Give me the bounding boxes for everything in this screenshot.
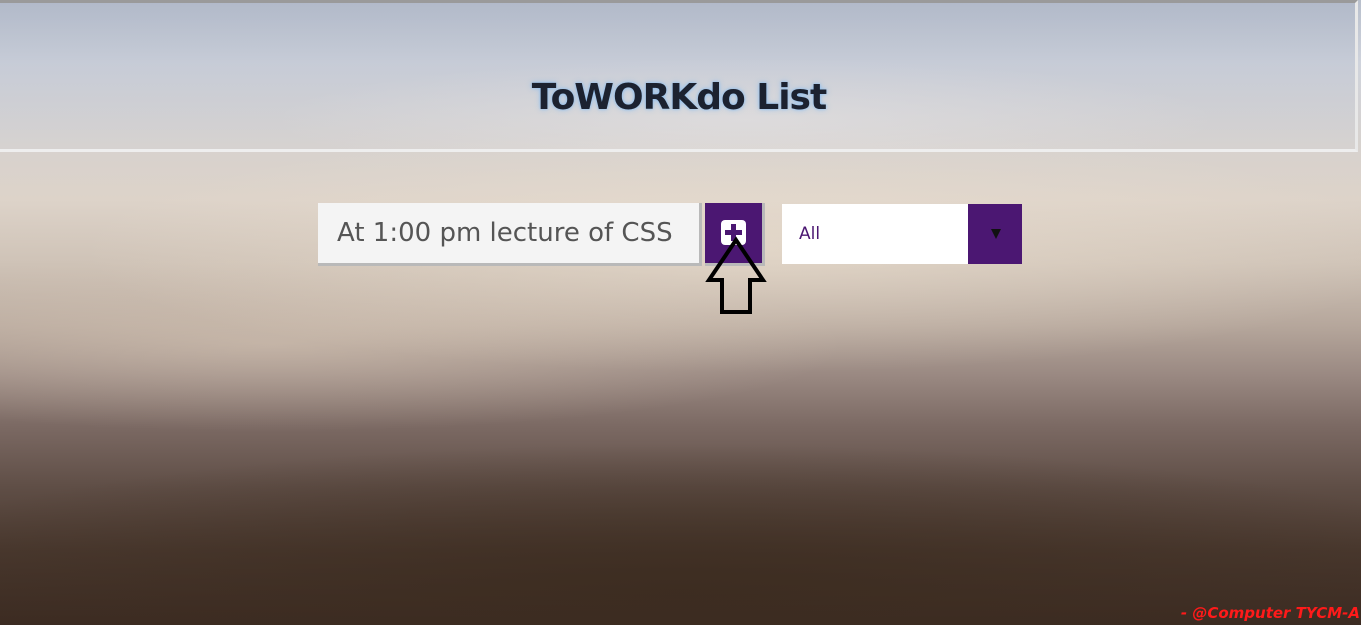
credit-annotation: - @Computer TYCM-A xyxy=(1180,604,1360,622)
page-title: ToWORKdo List xyxy=(531,77,827,119)
up-arrow-icon xyxy=(705,236,767,314)
header: ToWORKdo List xyxy=(0,0,1358,152)
filter-selected-value[interactable]: All xyxy=(782,204,968,264)
filter-select[interactable]: All xyxy=(782,204,1022,264)
chevron-down-icon xyxy=(991,229,1001,239)
todo-input[interactable] xyxy=(318,203,702,266)
filter-dropdown-toggle[interactable] xyxy=(968,204,1022,264)
